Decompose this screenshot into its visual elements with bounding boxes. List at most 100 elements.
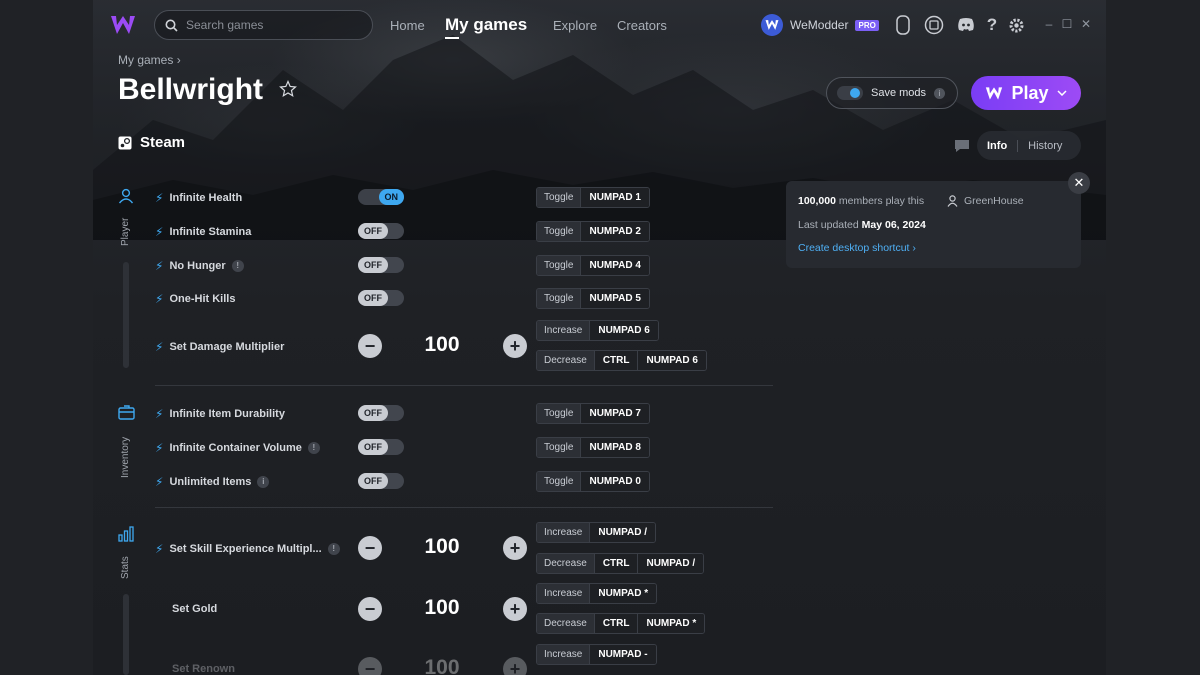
cheat-toggle[interactable]: OFF xyxy=(358,439,404,455)
hotkey-decrease[interactable]: Decrease CTRL NUMPAD 6 xyxy=(536,350,707,371)
controller-icon[interactable] xyxy=(893,15,913,35)
discord-icon[interactable] xyxy=(956,15,976,35)
chevron-down-icon[interactable] xyxy=(1056,90,1067,96)
cheat-name: Set Renown xyxy=(172,663,235,675)
nav-explore[interactable]: Explore xyxy=(553,0,597,50)
cheat-toggle[interactable]: OFF xyxy=(358,405,404,421)
decrease-button[interactable]: − xyxy=(358,657,382,675)
hotkey-toggle[interactable]: Toggle NUMPAD 2 xyxy=(536,221,650,242)
hotkey-key: CTRL xyxy=(593,351,638,370)
hotkey-decrease[interactable]: Decrease CTRL NUMPAD * xyxy=(536,613,706,634)
cheat-toggle[interactable]: OFF xyxy=(358,257,404,273)
play-button[interactable]: Play xyxy=(971,76,1081,110)
user-name: WeModder xyxy=(790,18,849,32)
nav-home[interactable]: Home xyxy=(390,0,425,50)
wemodder-logo-icon[interactable] xyxy=(110,14,136,36)
cheat-toggle[interactable]: ON xyxy=(358,189,404,205)
info-history-tabs: Info History xyxy=(977,131,1081,160)
cheat-toggle[interactable]: OFF xyxy=(358,290,404,306)
increase-button[interactable]: + xyxy=(503,536,527,560)
hotkey-toggle[interactable]: Toggle NUMPAD 4 xyxy=(536,255,650,276)
save-mods-button[interactable]: Save mods i xyxy=(826,77,958,109)
hotkey-key: NUMPAD * xyxy=(637,614,705,633)
hotkey-toggle[interactable]: Toggle NUMPAD 0 xyxy=(536,471,650,492)
hotkey-key: NUMPAD 1 xyxy=(580,188,649,207)
create-shortcut-link[interactable]: Create desktop shortcut › xyxy=(798,242,916,254)
increase-button[interactable]: + xyxy=(503,597,527,621)
breadcrumb[interactable]: My games › xyxy=(118,53,181,67)
close-card-button[interactable]: ✕ xyxy=(1068,172,1090,194)
hotkey-increase[interactable]: Increase NUMPAD - xyxy=(536,644,657,665)
info-icon[interactable]: i xyxy=(257,476,270,488)
increase-button[interactable]: + xyxy=(503,657,527,675)
decrease-button[interactable]: − xyxy=(358,334,382,358)
tab-history[interactable]: History xyxy=(1018,140,1072,152)
info-icon[interactable]: ! xyxy=(307,442,320,454)
cheat-name: Infinite Stamina xyxy=(169,226,252,238)
bolt-icon: ⚡ xyxy=(155,225,164,239)
tab-info[interactable]: Info xyxy=(977,139,1019,152)
hotkey-key: NUMPAD 4 xyxy=(580,256,649,275)
category-player-label: Player xyxy=(120,217,131,246)
creator-name[interactable]: GreenHouse xyxy=(964,195,1024,207)
hotkey-key: NUMPAD / xyxy=(589,523,656,542)
search-bar[interactable] xyxy=(154,10,373,40)
cheat-toggle[interactable]: OFF xyxy=(358,473,404,489)
nav-creators[interactable]: Creators xyxy=(617,0,667,50)
cheat-infinite-item-durability: ⚡ Infinite Item Durability xyxy=(155,407,285,421)
decrease-button[interactable]: − xyxy=(358,536,382,560)
wemodder-play-icon xyxy=(986,86,1003,100)
decrease-button[interactable]: − xyxy=(358,597,382,621)
hotkey-toggle[interactable]: Toggle NUMPAD 1 xyxy=(536,187,650,208)
bolt-icon: ⚡ xyxy=(155,191,164,205)
increase-button[interactable]: + xyxy=(503,334,527,358)
hotkey-action: Increase xyxy=(537,321,590,340)
game-info-card: 100,000 members play this GreenHouse Las… xyxy=(786,181,1081,268)
cheat-infinite-health: ⚡ Infinite Health xyxy=(155,191,242,205)
overlay-icon[interactable] xyxy=(924,15,944,35)
cheat-set-damage-multiplier: ⚡ Set Damage Multiplier xyxy=(155,340,284,354)
favorite-star-icon[interactable] xyxy=(279,80,299,100)
hotkey-action: Toggle xyxy=(537,438,581,457)
user-account[interactable]: WeModder PRO xyxy=(761,14,879,36)
hotkey-key: NUMPAD * xyxy=(589,584,657,603)
stepper-value: 100 xyxy=(424,535,460,558)
hotkey-increase[interactable]: Increase NUMPAD 6 xyxy=(536,320,659,341)
comment-icon[interactable] xyxy=(954,139,970,153)
cheat-name: Set Damage Multiplier xyxy=(169,341,285,353)
help-icon[interactable]: ? xyxy=(982,15,1002,35)
stepper-value: 100 xyxy=(424,656,460,675)
info-icon[interactable]: ! xyxy=(231,260,244,272)
hotkey-toggle[interactable]: Toggle NUMPAD 8 xyxy=(536,437,650,458)
hotkey-decrease[interactable]: Decrease CTRL NUMPAD / xyxy=(536,553,705,574)
info-icon[interactable]: ! xyxy=(327,543,340,555)
hotkey-action: Decrease xyxy=(537,351,594,370)
hotkey-toggle[interactable]: Toggle NUMPAD 7 xyxy=(536,403,650,424)
hotkey-toggle[interactable]: Toggle NUMPAD 5 xyxy=(536,288,650,309)
creator-line[interactable]: GreenHouse xyxy=(947,195,1024,207)
create-shortcut-label: Create desktop shortcut xyxy=(798,242,910,254)
save-mods-toggle[interactable] xyxy=(837,86,863,100)
maximize-icon[interactable]: ☐ xyxy=(1060,17,1074,31)
hotkey-increase[interactable]: Increase NUMPAD * xyxy=(536,583,658,604)
minimize-icon[interactable]: – xyxy=(1042,17,1056,31)
section-divider xyxy=(155,385,773,386)
bolt-icon: ⚡ xyxy=(155,340,164,354)
nav-my-games[interactable]: My games xyxy=(445,0,527,50)
bolt-icon: ⚡ xyxy=(155,292,164,306)
platform-label: Steam xyxy=(118,134,185,151)
breadcrumb-my-games[interactable]: My games xyxy=(118,53,173,67)
cheat-set-gold: Set Gold xyxy=(172,603,217,615)
gear-icon[interactable] xyxy=(1006,15,1026,35)
search-input[interactable] xyxy=(186,18,356,32)
hotkey-action: Toggle xyxy=(537,404,581,423)
close-icon[interactable]: ✕ xyxy=(1079,17,1093,31)
category-inventory-label: Inventory xyxy=(120,436,131,478)
hotkey-increase[interactable]: Increase NUMPAD / xyxy=(536,522,657,543)
hotkey-action: Toggle xyxy=(537,256,581,275)
cheat-toggle[interactable]: OFF xyxy=(358,223,404,239)
hotkey-action: Increase xyxy=(537,584,590,603)
info-icon[interactable]: i xyxy=(934,87,946,99)
steam-icon xyxy=(118,136,132,149)
toggle-state: ON xyxy=(378,189,404,205)
